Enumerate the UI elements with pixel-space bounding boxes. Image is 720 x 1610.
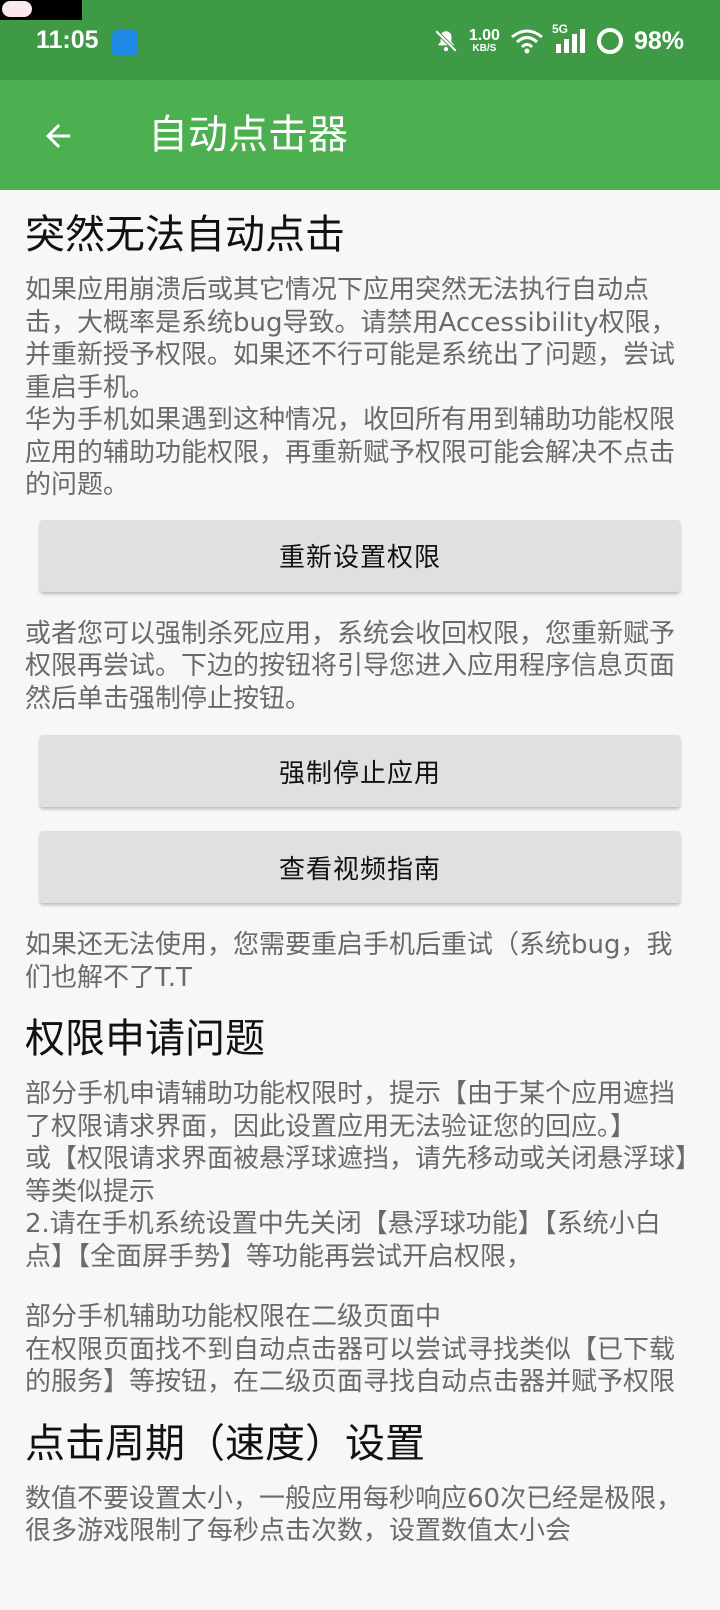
notification-app-icon xyxy=(112,30,138,56)
section-heading-speed: 点击周期（速度）设置 xyxy=(25,1420,425,1467)
speed-paragraph-1: 数值不要设置太小，一般应用每秒响应60次已经是极限，很多游戏限制了每秒点击次数，… xyxy=(25,1483,683,1547)
signal-5g-icon: 5G xyxy=(552,22,586,54)
wifi-icon xyxy=(510,28,544,54)
back-button[interactable] xyxy=(30,108,86,164)
bell-muted-icon xyxy=(433,28,459,54)
corner-badge xyxy=(0,0,82,20)
permission-paragraph-1: 部分手机申请辅助功能权限时，提示【由于某个应用遮挡了权限请求界面，因此设置应用无… xyxy=(25,1079,689,1272)
sudden-paragraph-2: 或者您可以强制杀死应用，系统会收回权限，您重新赋予权限再尝试。下边的按钮将引导您… xyxy=(25,618,676,714)
video-guide-button[interactable]: 查看视频指南 xyxy=(40,831,680,903)
app-bar: 自动点击器 xyxy=(0,80,720,190)
status-bar: 11:05 1.00 KB/S 5G 98% xyxy=(0,0,720,80)
section-heading-sudden: 突然无法自动点击 xyxy=(25,212,345,258)
network-type: 5G xyxy=(551,22,568,36)
app-title: 自动点击器 xyxy=(148,112,348,158)
force-stop-button[interactable]: 强制停止应用 xyxy=(40,735,680,807)
permission-paragraph-2: 部分手机辅助功能权限在二级页面中 在权限页面找不到自动点击器可以尝试寻找类似【已… xyxy=(25,1302,676,1397)
net-speed-unit: KB/S xyxy=(472,43,497,54)
section-heading-permission: 权限申请问题 xyxy=(25,1016,265,1062)
status-time: 11:05 xyxy=(36,26,99,54)
help-content[interactable]: 突然无法自动点击 如果应用崩溃后或其它情况下应用突然无法执行自动点击，大概率是系… xyxy=(0,190,720,1610)
sudden-paragraph-1: 如果应用崩溃后或其它情况下应用突然无法执行自动点击，大概率是系统bug导致。请禁… xyxy=(25,275,677,500)
status-icons: 1.00 KB/S 5G 98% xyxy=(433,22,684,58)
arrow-back-icon xyxy=(46,124,70,148)
battery-level: 98% xyxy=(633,26,684,55)
sudden-paragraph-3: 如果还无法使用，您需要重启手机后重试（系统bug，我们也解不了T.T xyxy=(25,930,673,993)
net-speed: 1.00 KB/S xyxy=(469,28,500,54)
reset-permission-button[interactable]: 重新设置权限 xyxy=(40,519,680,592)
net-speed-value: 1.00 xyxy=(468,27,500,44)
battery-icon xyxy=(596,27,624,55)
